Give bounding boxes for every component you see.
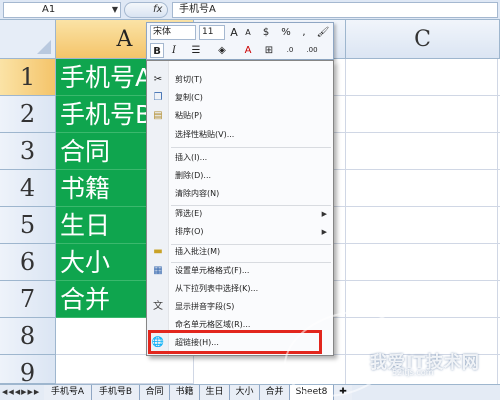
menu-item-label: 剪切(T) [175,75,203,84]
menu-item-cut[interactable]: ✂ 剪切(T) [147,71,333,89]
select-all-button[interactable] [0,20,56,59]
menu-item-label: 设置单元格格式(F)... [175,266,250,275]
mini-toolbar: 宋体 11 A A $ % , 🖌 B I ☰ ◈ A ⊞ .0 .00 [146,22,334,60]
row-header-5[interactable]: 5 [0,207,56,244]
copy-icon: ❐ [153,92,163,103]
grow-font-icon[interactable]: A [228,25,240,40]
watermark-url: 52itjs.com [392,368,434,377]
watermark-logo: 我爱IT技术网 52itjs.com [271,295,500,412]
context-menu: ✂ 剪切(T) ❐ 复制(C) ▤ 粘贴(P) 选择性粘贴(V)... 插入(I… [146,60,334,356]
fill-color-icon[interactable]: ◈ [211,43,233,58]
increase-decimal-icon[interactable]: .0 [281,43,299,58]
paste-icon: ▤ [153,110,163,121]
menu-item-paste-special[interactable]: 选择性粘贴(V)... [147,126,333,144]
menu-item-label: 复制(C) [175,93,203,102]
menu-item-show-phonetic[interactable]: 文 显示拼音字段(S) [147,298,333,316]
sheet-tab[interactable]: 书籍 [170,385,200,400]
row-header-3[interactable]: 3 [0,133,56,170]
menu-item-paste[interactable]: ▤ 粘贴(P) [147,107,333,125]
row-header-8[interactable]: 8 [0,318,56,355]
name-box-value: A1 [42,4,56,15]
scissors-icon: ✂ [153,74,163,85]
row-header-6[interactable]: 6 [0,244,56,281]
row-header-7[interactable]: 7 [0,281,56,318]
menu-item-label: 插入(I)... [175,153,208,162]
phonetic-icon: 文 [153,301,163,312]
menu-item-format-cells[interactable]: ▦ 设置单元格格式(F)... [147,262,333,280]
sheet-tab[interactable]: 合同 [140,385,170,400]
submenu-arrow-icon: ▶ [321,228,327,236]
comma-icon[interactable]: , [299,25,309,40]
sheet-tab[interactable]: 生日 [200,385,230,400]
font-name-select[interactable]: 宋体 [150,25,196,40]
font-color-icon[interactable]: A [237,43,259,58]
name-box[interactable]: A1 ▼ [3,2,121,18]
menu-item-label: 插入批注(M) [175,247,221,256]
menu-item-label: 清除内容(N) [175,189,220,198]
menu-item-insert-comment[interactable]: ▬ 插入批注(M) [147,243,333,261]
row-header-9[interactable]: 9 [0,355,56,387]
decrease-decimal-icon[interactable]: .00 [301,43,323,58]
formula-bar: A1 ▼ fx 手机号A [0,0,500,20]
menu-item-label: 删除(D)... [175,171,212,180]
bold-button[interactable]: B [150,43,164,58]
formula-buttons[interactable]: fx [124,2,168,18]
sheet-tab[interactable]: 手机号B [92,385,140,400]
menu-item-label: 从下拉列表中选择(K)... [175,284,259,293]
sheet-tab[interactable]: 手机号A [44,385,92,400]
format-painter-icon[interactable]: 🖌 [315,25,331,40]
chevron-down-icon[interactable]: ▼ [112,3,118,17]
menu-item-insert[interactable]: 插入(I)... [147,149,333,167]
borders-icon[interactable]: ⊞ [261,43,277,58]
cell-a9[interactable] [56,355,194,384]
shrink-font-icon[interactable]: A [242,25,254,40]
italic-button[interactable]: I [167,43,181,58]
menu-item-sort[interactable]: 排序(O) ▶ [147,223,333,241]
row-header-4[interactable]: 4 [0,170,56,207]
fx-icon[interactable]: fx [153,4,162,15]
menu-item-clear-contents[interactable]: 清除内容(N) [147,185,333,203]
menu-item-label: 选择性粘贴(V)... [175,130,235,139]
comment-icon: ▬ [153,246,163,257]
sheet-tab[interactable]: 合并 [260,385,290,400]
select-all-triangle-icon [37,40,51,54]
font-size-select[interactable]: 11 [199,25,225,40]
menu-item-pick-from-list[interactable]: 从下拉列表中选择(K)... [147,280,333,298]
menu-item-delete[interactable]: 删除(D)... [147,167,333,185]
format-cells-icon: ▦ [153,265,163,276]
menu-item-copy[interactable]: ❐ 复制(C) [147,89,333,107]
row-header-2[interactable]: 2 [0,96,56,133]
tab-navigation-arrows[interactable]: ◀◀◀▶▶▶ [0,385,42,400]
menu-item-filter[interactable]: 筛选(E) ▶ [147,205,333,223]
currency-icon[interactable]: $ [259,25,273,40]
center-align-icon[interactable]: ☰ [185,43,207,58]
percent-icon[interactable]: % [279,25,293,40]
menu-item-label: 筛选(E) [175,209,203,218]
formula-input[interactable]: 手机号A [172,2,498,18]
menu-item-label: 排序(O) [175,227,204,236]
row-header-1[interactable]: 1 [0,59,56,96]
column-header-c[interactable]: C [346,20,500,59]
submenu-arrow-icon: ▶ [321,210,327,218]
menu-separator [171,147,331,148]
menu-item-label: 粘贴(P) [175,111,203,120]
sheet-tab[interactable]: 大小 [230,385,260,400]
menu-item-label: 显示拼音字段(S) [175,302,235,311]
sheet-tab-bar: ◀◀◀▶▶▶ 手机号A 手机号B 合同 书籍 生日 大小 合并 Sheet8 ✚ [0,384,500,400]
